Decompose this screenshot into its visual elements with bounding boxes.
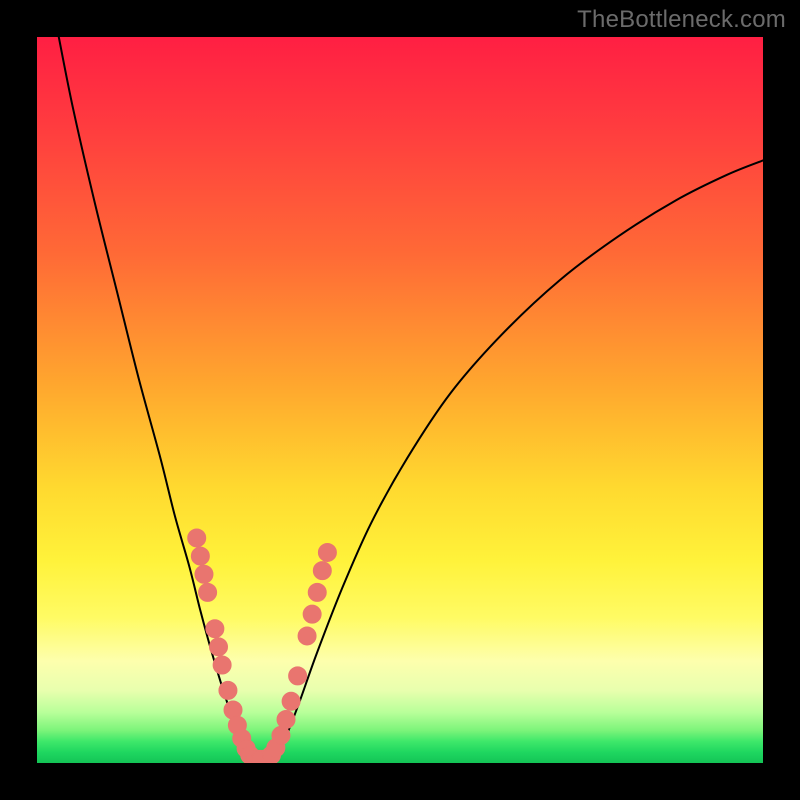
curve-layer — [59, 37, 763, 760]
data-marker — [219, 681, 237, 699]
data-marker — [318, 543, 336, 561]
data-marker — [308, 583, 326, 601]
watermark-text: TheBottleneck.com — [577, 6, 786, 34]
data-marker — [210, 638, 228, 656]
bottleneck-curve — [59, 37, 763, 760]
data-marker — [282, 692, 300, 710]
data-marker — [272, 726, 290, 744]
data-marker — [195, 565, 213, 583]
data-marker — [199, 583, 217, 601]
data-marker — [313, 562, 331, 580]
data-marker — [188, 529, 206, 547]
data-marker — [289, 667, 307, 685]
outer-frame: TheBottleneck.com — [0, 0, 800, 800]
data-marker — [191, 547, 209, 565]
data-marker — [298, 627, 316, 645]
data-marker — [303, 605, 321, 623]
chart-svg — [37, 37, 763, 763]
data-marker — [213, 656, 231, 674]
plot-area — [37, 37, 763, 763]
data-marker — [277, 710, 295, 728]
marker-layer — [188, 529, 337, 763]
data-marker — [206, 620, 224, 638]
